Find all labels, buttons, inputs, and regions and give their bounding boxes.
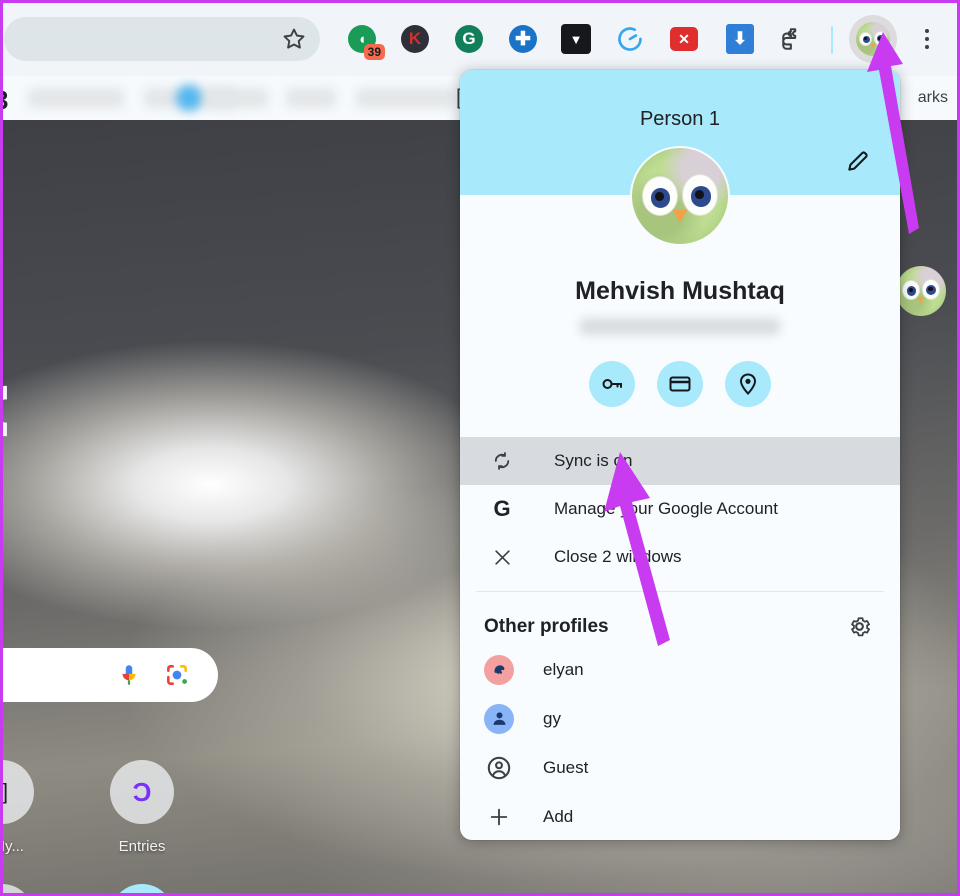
browser-toolbar: ◖ 39 K G ✚ ▼ ✕ ⬇ (0, 0, 960, 76)
shortcut-tile[interactable]: t (0, 884, 58, 896)
bracket-icon: [] (0, 779, 9, 804)
chrome-menu-button[interactable] (913, 20, 941, 58)
extension-kagi-icon: K (401, 25, 429, 53)
profile-elyan[interactable]: elyan (460, 645, 900, 694)
bookmark-logo[interactable]: 3 (0, 85, 8, 116)
sync-status-item[interactable]: Sync is on (460, 437, 900, 485)
google-lens-icon[interactable] (164, 662, 190, 688)
bookmark-item[interactable] (28, 88, 124, 108)
profile-avatar (484, 654, 514, 685)
extension-green[interactable]: ◖ 39 (342, 19, 385, 60)
gear-icon[interactable] (847, 614, 872, 639)
bookmark-star-icon[interactable] (282, 27, 306, 51)
bookmark-item[interactable] (356, 88, 456, 108)
extensions-puzzle-button[interactable] (773, 19, 813, 59)
other-profiles-title: Other profiles (484, 615, 609, 637)
all-bookmarks-label[interactable]: arks (918, 89, 948, 107)
close-windows-label: Close 2 windows (554, 547, 682, 566)
shortcut-tile[interactable]: [] e My... (0, 760, 58, 855)
shortcut-tile[interactable]: Ɔ Entries (86, 760, 198, 855)
addresses-button[interactable] (725, 361, 771, 407)
manage-account-label: Manage your Google Account (554, 499, 778, 518)
shortcut-favicon: Ɔ (110, 760, 174, 824)
extension-green-icon: ◖ 39 (348, 25, 385, 60)
google-search-box[interactable] (0, 648, 218, 702)
profile-avatar (484, 703, 514, 734)
bookmark-item[interactable] (286, 88, 336, 108)
menu-dot (925, 37, 929, 41)
profile-avatar (484, 753, 514, 783)
user-avatar (630, 146, 730, 246)
profile-popup-panel: Person 1 Mehvish Mushtaq Sync is on G Ma… (460, 70, 900, 840)
popup-menu-list: Sync is on G Manage your Google Account … (460, 437, 900, 581)
profile-label: gy (543, 708, 561, 728)
other-profiles-header: Other profiles (460, 592, 900, 645)
guest-account-icon (487, 756, 511, 779)
extension-red[interactable]: ✕ (664, 19, 704, 59)
extensions-puzzle-icon (782, 28, 797, 50)
profile-guest[interactable]: Guest (460, 743, 900, 792)
add-shortcut-circle[interactable]: + (110, 884, 174, 896)
extension-owl[interactable]: ▼ (556, 19, 596, 59)
shortcut-label: e My... (0, 838, 24, 855)
passwords-button[interactable] (589, 361, 635, 407)
plus-icon (484, 802, 514, 832)
page-logo-icon (0, 385, 7, 437)
manage-google-account-item[interactable]: G Manage your Google Account (460, 485, 900, 533)
menu-dot (925, 29, 929, 33)
profile-label: Add (543, 806, 574, 826)
extension-owl-icon: ▼ (561, 24, 591, 54)
dinosaur-icon (494, 665, 504, 675)
profile-label: elyan (543, 659, 584, 679)
address-bar[interactable] (4, 17, 320, 61)
microphone-icon[interactable] (116, 662, 142, 688)
key-icon (602, 379, 622, 389)
profile-avatar-button[interactable] (849, 15, 897, 63)
google-g-icon: G (493, 496, 511, 521)
extension-clock-icon (618, 27, 642, 51)
shortcut-label: Entries (118, 838, 166, 855)
profile-gy[interactable]: gy (460, 694, 900, 743)
profile-add[interactable]: Add (460, 792, 900, 840)
user-email-redacted (580, 318, 780, 335)
extension-kagi[interactable]: K (395, 19, 435, 59)
location-pin-icon (739, 373, 757, 395)
sync-status-label: Sync is on (554, 451, 633, 470)
extension-grammarly-icon: G (455, 25, 483, 53)
person-label: Person 1 (639, 108, 721, 130)
extension-red-icon: ✕ (670, 27, 698, 51)
extension-bluecross[interactable]: ✚ (503, 19, 543, 59)
profile-avatar-image (856, 22, 890, 56)
extension-download-icon: ⬇ (726, 24, 754, 54)
bookmark-item[interactable] (208, 88, 268, 108)
user-name: Mehvish Mushtaq (575, 277, 785, 305)
quick-actions-row (460, 361, 900, 407)
background-avatar (896, 266, 946, 316)
add-shortcut-button[interactable]: + Add shortcut (86, 884, 198, 896)
profile-label: Guest (543, 757, 589, 777)
extension-bluecross-icon: ✚ (509, 25, 537, 53)
sync-icon (488, 451, 516, 471)
shortcut-favicon (0, 884, 34, 896)
person-icon (493, 712, 505, 725)
extension-badge: 39 (363, 44, 385, 60)
edit-pencil-icon[interactable] (845, 148, 871, 174)
extension-download[interactable]: ⬇ (720, 19, 760, 59)
extension-grammarly[interactable]: G (449, 19, 489, 59)
close-x-icon (488, 548, 516, 567)
menu-dot (925, 45, 929, 49)
shortcut-favicon: [] (0, 760, 34, 824)
bookmark-favicon[interactable] (176, 85, 202, 111)
extension-clock[interactable] (610, 19, 650, 59)
toolbar-divider (831, 26, 833, 54)
close-windows-item[interactable]: Close 2 windows (460, 533, 900, 581)
entries-logo-icon: Ɔ (132, 776, 152, 807)
payment-methods-button[interactable] (657, 361, 703, 407)
credit-card-icon (669, 376, 691, 392)
